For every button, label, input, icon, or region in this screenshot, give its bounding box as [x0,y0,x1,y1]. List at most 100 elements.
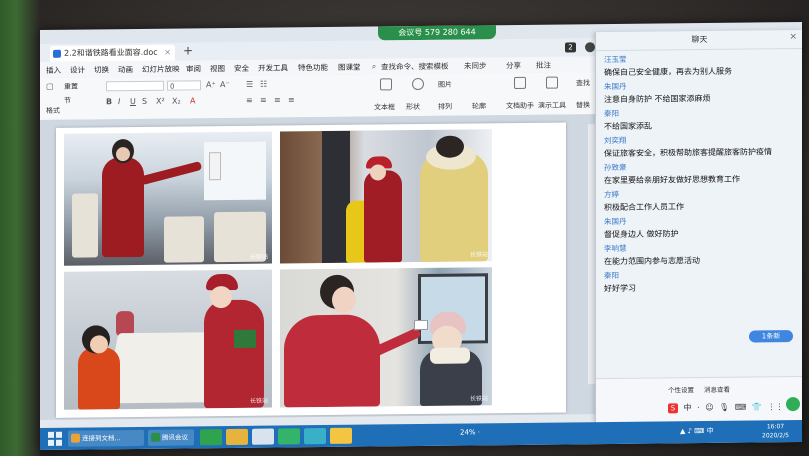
menu-classroom[interactable]: 图课堂 [338,62,361,73]
clock-date: 2020/2/5 [762,432,789,440]
ribbon-toolbar: ▢ 重置 节 格式 0 A⁺ A⁻ B I U S X² X₂ A ☰ ☷ ≡ … [40,72,600,121]
menu-animation[interactable]: 动画 [118,64,133,75]
strikethrough-icon[interactable]: S [142,97,147,106]
meeting-icon [151,432,160,442]
personal-settings-link[interactable]: 个性设置 [668,384,694,394]
outline-button[interactable]: 轮廓 [472,101,486,111]
find-button[interactable]: 查找 [576,78,590,88]
bullet-list-icon[interactable]: ☰ [246,80,253,89]
taskbar-app-wps-writer[interactable] [278,428,300,445]
meeting-id-badge[interactable]: 会议号 579 280 644 [378,25,496,41]
menu-security[interactable]: 安全 [234,63,249,74]
reset-button[interactable]: 重置 [64,82,78,92]
window-count-badge[interactable]: 2 [565,42,576,53]
message-text: 不给国家添乱 [604,121,652,132]
align-left-icon[interactable]: ≡ [246,96,253,105]
justify-icon[interactable]: ≡ [288,95,295,104]
shape-button[interactable]: 形状 [406,102,420,112]
shrink-font-icon[interactable]: A⁻ [220,80,230,89]
photo-boarding-door[interactable]: 长铁站 [280,129,492,264]
subscript-icon[interactable]: X₂ [172,97,181,106]
align-right-icon[interactable]: ≡ [274,95,281,104]
windows-start-icon[interactable] [48,431,62,446]
ime-punctuation[interactable]: · [697,403,700,412]
ime-voice-icon[interactable]: 🎙 [719,403,729,412]
ime-chinese-mode[interactable]: 中 [684,403,692,412]
menu-design[interactable]: 设计 [70,65,85,76]
comment-button[interactable]: 批注 [536,60,551,71]
photo-disinfect-aisle[interactable]: 长铁站 [64,131,272,266]
close-icon[interactable]: × [164,45,171,61]
taskbar-app-files[interactable] [330,427,352,444]
background-edge [0,0,40,456]
document-tab[interactable]: 2.2和谐铁路看业面容.doc × [50,44,175,62]
view-record-link[interactable]: 消息查看 [704,384,730,394]
menu-review[interactable]: 审阅 [186,63,201,74]
chat-message: 朱国丹 注意自身防护 不给国家添麻烦 [604,79,794,107]
italic-icon[interactable]: I [118,97,120,106]
share-button[interactable]: 分享 [506,60,521,71]
system-tray-icons[interactable]: ▲ ♪ ⌨ 中 [680,426,714,436]
replace-button[interactable]: 替换 [576,100,590,110]
font-size-select[interactable]: 0 [167,80,201,91]
taskbar-item-document[interactable]: 连接到文档... [68,429,144,447]
arrange-button[interactable]: 排列 [438,102,452,112]
sync-status[interactable]: 未同步 [464,60,487,71]
thermometer-gun [414,319,428,331]
wps-doc-icon [53,49,61,58]
taskbar-app-browser[interactable] [200,429,222,446]
command-search-input[interactable]: 查找命令、搜索模板 [381,61,449,73]
message-text: 注意自身防护 不给国家添麻烦 [604,93,711,105]
system-clock[interactable]: 16:07 2020/2/5 [762,422,789,440]
zoom-level[interactable]: 24% · [460,428,480,436]
new-tab-button[interactable]: + [183,43,193,57]
ime-skin-icon[interactable]: 👕 [752,402,762,411]
chat-message: 孙致豪 在家里要给亲朋好友做好思想教育工作 [604,160,794,188]
taskbar-app-wps[interactable] [252,428,274,445]
taskbar-item-meeting[interactable]: 腾讯会议 [148,429,194,446]
ime-emoji-icon[interactable]: ☺ [705,403,713,412]
slide-tool-button[interactable]: 演示工具 [538,100,566,110]
ime-keyboard-icon[interactable]: ⌨ [735,403,747,412]
ime-menu-icon[interactable]: ⋮⋮ [767,402,783,411]
menu-transition[interactable]: 切换 [94,64,109,75]
slide-tool-icon[interactable] [546,76,558,89]
menu-slideshow[interactable]: 幻灯片放映 [142,64,180,75]
format-painter-button[interactable]: 格式 [46,106,60,116]
textbox-button[interactable]: 文本框 [374,102,395,112]
search-icon[interactable]: ⌕ [372,61,376,71]
new-messages-button[interactable]: 1条新 [749,330,793,343]
menu-insert[interactable]: 插入 [46,65,61,76]
superscript-icon[interactable]: X² [156,97,165,106]
attendant-face [210,285,232,309]
taskbar-app-meeting[interactable] [304,427,326,445]
doc-assistant-icon[interactable] [514,76,526,90]
chat-title: 聊天 [596,29,802,52]
avatar[interactable] [585,42,595,53]
paste-icon[interactable]: ▢ [46,82,54,91]
taskbar-app-explorer[interactable] [226,428,248,446]
textbox-icon[interactable] [380,78,392,91]
meeting-float-button[interactable] [786,397,800,412]
align-center-icon[interactable]: ≡ [260,96,267,105]
menu-features[interactable]: 特色功能 [298,62,328,73]
bold-icon[interactable]: B [106,97,112,106]
underline-icon[interactable]: U [130,97,136,106]
menu-view[interactable]: 视图 [210,63,225,74]
font-color-icon[interactable]: A [190,96,195,105]
number-list-icon[interactable]: ☷ [260,80,267,89]
section-button[interactable]: 节 [64,96,71,106]
menu-devtools[interactable]: 开发工具 [258,62,288,73]
grow-font-icon[interactable]: A⁺ [206,80,216,89]
close-icon[interactable]: × [789,32,797,42]
shape-icon[interactable] [412,77,424,91]
font-name-select[interactable] [106,80,164,92]
picture-button[interactable]: 图片 [438,80,452,90]
photo-child-service[interactable]: 长铁站 [64,269,272,410]
doc-assistant-button[interactable]: 文档助手 [506,101,534,111]
slide-page[interactable]: 长铁站 长铁站 长铁站 长铁站 [56,122,566,418]
attendant-face [370,164,386,181]
chat-message-list[interactable]: 汪玉莹 确保自己安全健康，再去为别人服务 朱国丹 注意自身防护 不给国家添麻烦 … [604,52,794,297]
photo-temperature-check[interactable]: 长铁站 [280,267,492,408]
sogou-ime-icon[interactable]: S [668,403,678,414]
